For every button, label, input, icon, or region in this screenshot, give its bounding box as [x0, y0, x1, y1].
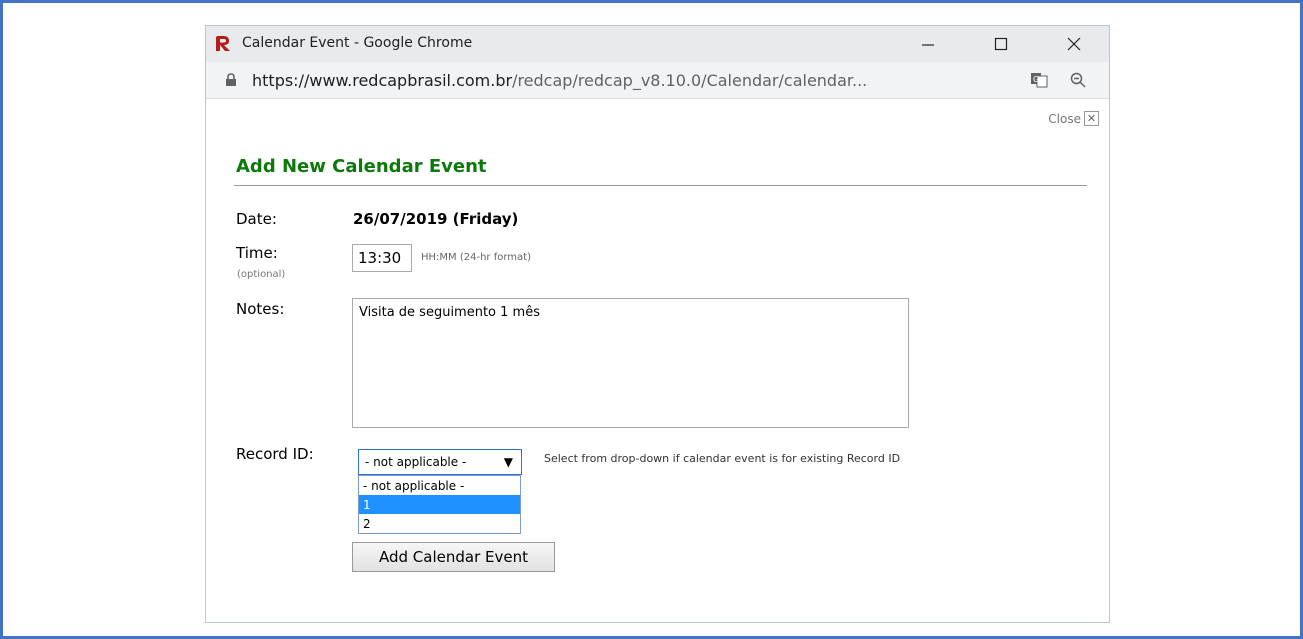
record-id-select[interactable]: - not applicable - ▼ [358, 449, 522, 475]
close-icon [1067, 37, 1081, 51]
popup-content: Close ✕ Add New Calendar Event Date: 26/… [206, 99, 1109, 622]
url-text[interactable]: https://www.redcapbrasil.com.br/redcap/r… [252, 71, 867, 90]
record-id-dropdown-list: - not applicable - 1 2 [358, 475, 521, 534]
maximize-icon [994, 37, 1008, 51]
dropdown-option[interactable]: - not applicable - [359, 476, 520, 495]
time-format-hint: HH:MM (24-hr format) [421, 252, 531, 263]
date-value: 26/07/2019 (Friday) [353, 210, 519, 228]
window-title: Calendar Event - Google Chrome [242, 35, 473, 51]
lock-icon [226, 73, 236, 86]
minimize-icon [922, 44, 934, 46]
maximize-button[interactable] [978, 29, 1024, 59]
time-optional-note: (optional) [237, 269, 286, 280]
record-id-selected-value: - not applicable - [365, 455, 467, 469]
record-id-hint: Select from drop-down if calendar event … [544, 452, 901, 465]
url-path: /redcap/redcap_v8.10.0/Calendar/calendar… [512, 71, 868, 90]
browser-popup-window: Calendar Event - Google Chrome https://w… [205, 25, 1110, 623]
close-x-icon: ✕ [1084, 111, 1099, 126]
url-host: https://www.redcapbrasil.com.br [252, 71, 513, 90]
date-label: Date: [236, 210, 277, 228]
time-label: Time: [236, 244, 278, 262]
translate-icon: G [1031, 73, 1048, 88]
record-id-label: Record ID: [236, 445, 314, 463]
close-label: Close [1048, 111, 1081, 126]
svg-text:G: G [1033, 75, 1039, 84]
dropdown-option[interactable]: 2 [359, 514, 520, 533]
screenshot-frame: Calendar Event - Google Chrome https://w… [0, 0, 1303, 639]
time-input[interactable] [352, 244, 412, 272]
title-bar: Calendar Event - Google Chrome [206, 26, 1109, 62]
dropdown-arrow-icon: ▼ [503, 455, 513, 469]
zoom-button[interactable] [1067, 70, 1089, 90]
page-title: Add New Calendar Event [236, 156, 487, 177]
zoom-out-icon [1070, 72, 1086, 88]
address-bar[interactable]: https://www.redcapbrasil.com.br/redcap/r… [206, 62, 1109, 99]
close-window-button[interactable] [1051, 29, 1097, 59]
add-calendar-event-button[interactable]: Add Calendar Event [352, 542, 555, 572]
notes-label: Notes: [236, 300, 285, 318]
notes-textarea[interactable]: Visita de seguimento 1 mês [352, 298, 909, 428]
redcap-logo-icon [216, 36, 230, 51]
minimize-button[interactable] [905, 29, 951, 59]
translate-button[interactable]: G [1028, 70, 1050, 90]
dropdown-option-highlighted[interactable]: 1 [359, 495, 520, 514]
title-divider [234, 185, 1087, 186]
close-link[interactable]: Close ✕ [1048, 111, 1099, 126]
